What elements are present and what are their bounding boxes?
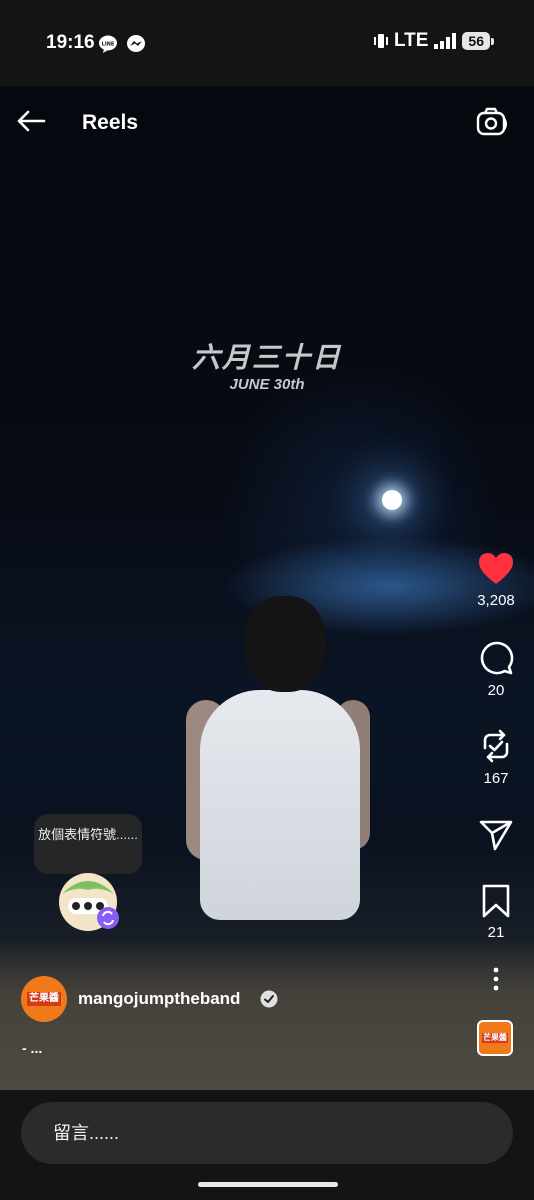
more-vertical-icon[interactable] [491, 966, 501, 992]
reel-caption[interactable]: - ... [22, 1040, 42, 1056]
battery-indicator: 56 [462, 32, 494, 50]
camera-icon[interactable] [474, 104, 510, 140]
vibrate-icon [373, 34, 388, 48]
home-indicator[interactable] [198, 1182, 338, 1187]
page-title: Reels [82, 111, 139, 134]
comment-input[interactable]: 留言...... [21, 1102, 513, 1164]
comment-count: 20 [487, 682, 505, 699]
beach-sand [0, 940, 534, 1090]
emoji-prompt-bubble[interactable]: 放個表情符號...... [34, 814, 142, 874]
repost-count: 167 [483, 770, 509, 787]
repost-icon[interactable] [478, 728, 514, 764]
author-avatar[interactable]: 芒果醬 [21, 976, 67, 1022]
save-count: 21 [487, 924, 505, 941]
signal-icon [434, 33, 457, 49]
person-figure [200, 690, 360, 920]
share-action[interactable] [468, 816, 524, 852]
audio-track-thumbnail[interactable]: 芒果醬 [477, 1020, 513, 1056]
like-count: 3,208 [477, 592, 515, 609]
comment-action[interactable]: 20 [468, 640, 524, 699]
network-type: LTE [393, 30, 429, 51]
video-title-english: JUNE 30th [229, 376, 305, 393]
heart-icon[interactable] [478, 552, 514, 586]
video-title-chinese: 六月三十日 [191, 342, 342, 373]
svg-text:LINE: LINE [102, 42, 115, 48]
verified-badge-icon [260, 990, 278, 1008]
author-avatar-text: 芒果醬 [27, 992, 61, 1006]
repost-action[interactable]: 167 [468, 728, 524, 787]
reel-video[interactable] [0, 86, 534, 1090]
like-action[interactable]: 3,208 [468, 552, 524, 609]
moon [382, 490, 402, 510]
back-arrow-icon[interactable] [14, 104, 48, 138]
audio-thumb-text: 芒果醬 [482, 1033, 508, 1043]
bookmark-icon[interactable] [480, 884, 512, 918]
save-action[interactable]: 21 [468, 884, 524, 941]
more-options[interactable] [468, 966, 524, 992]
author-username[interactable]: mangojumptheband [78, 989, 240, 1009]
person-head [244, 596, 326, 692]
status-bar: 19:16 LINE LTE 56 [0, 0, 534, 86]
line-app-icon: LINE [99, 35, 117, 53]
comment-bubble-icon[interactable] [478, 640, 514, 676]
send-icon[interactable] [478, 816, 514, 852]
messenger-app-icon [127, 35, 145, 52]
status-time: 19:16 [46, 32, 95, 53]
status-indicators: LTE 56 [373, 30, 494, 52]
avatar-sticker-icon[interactable] [56, 872, 120, 932]
